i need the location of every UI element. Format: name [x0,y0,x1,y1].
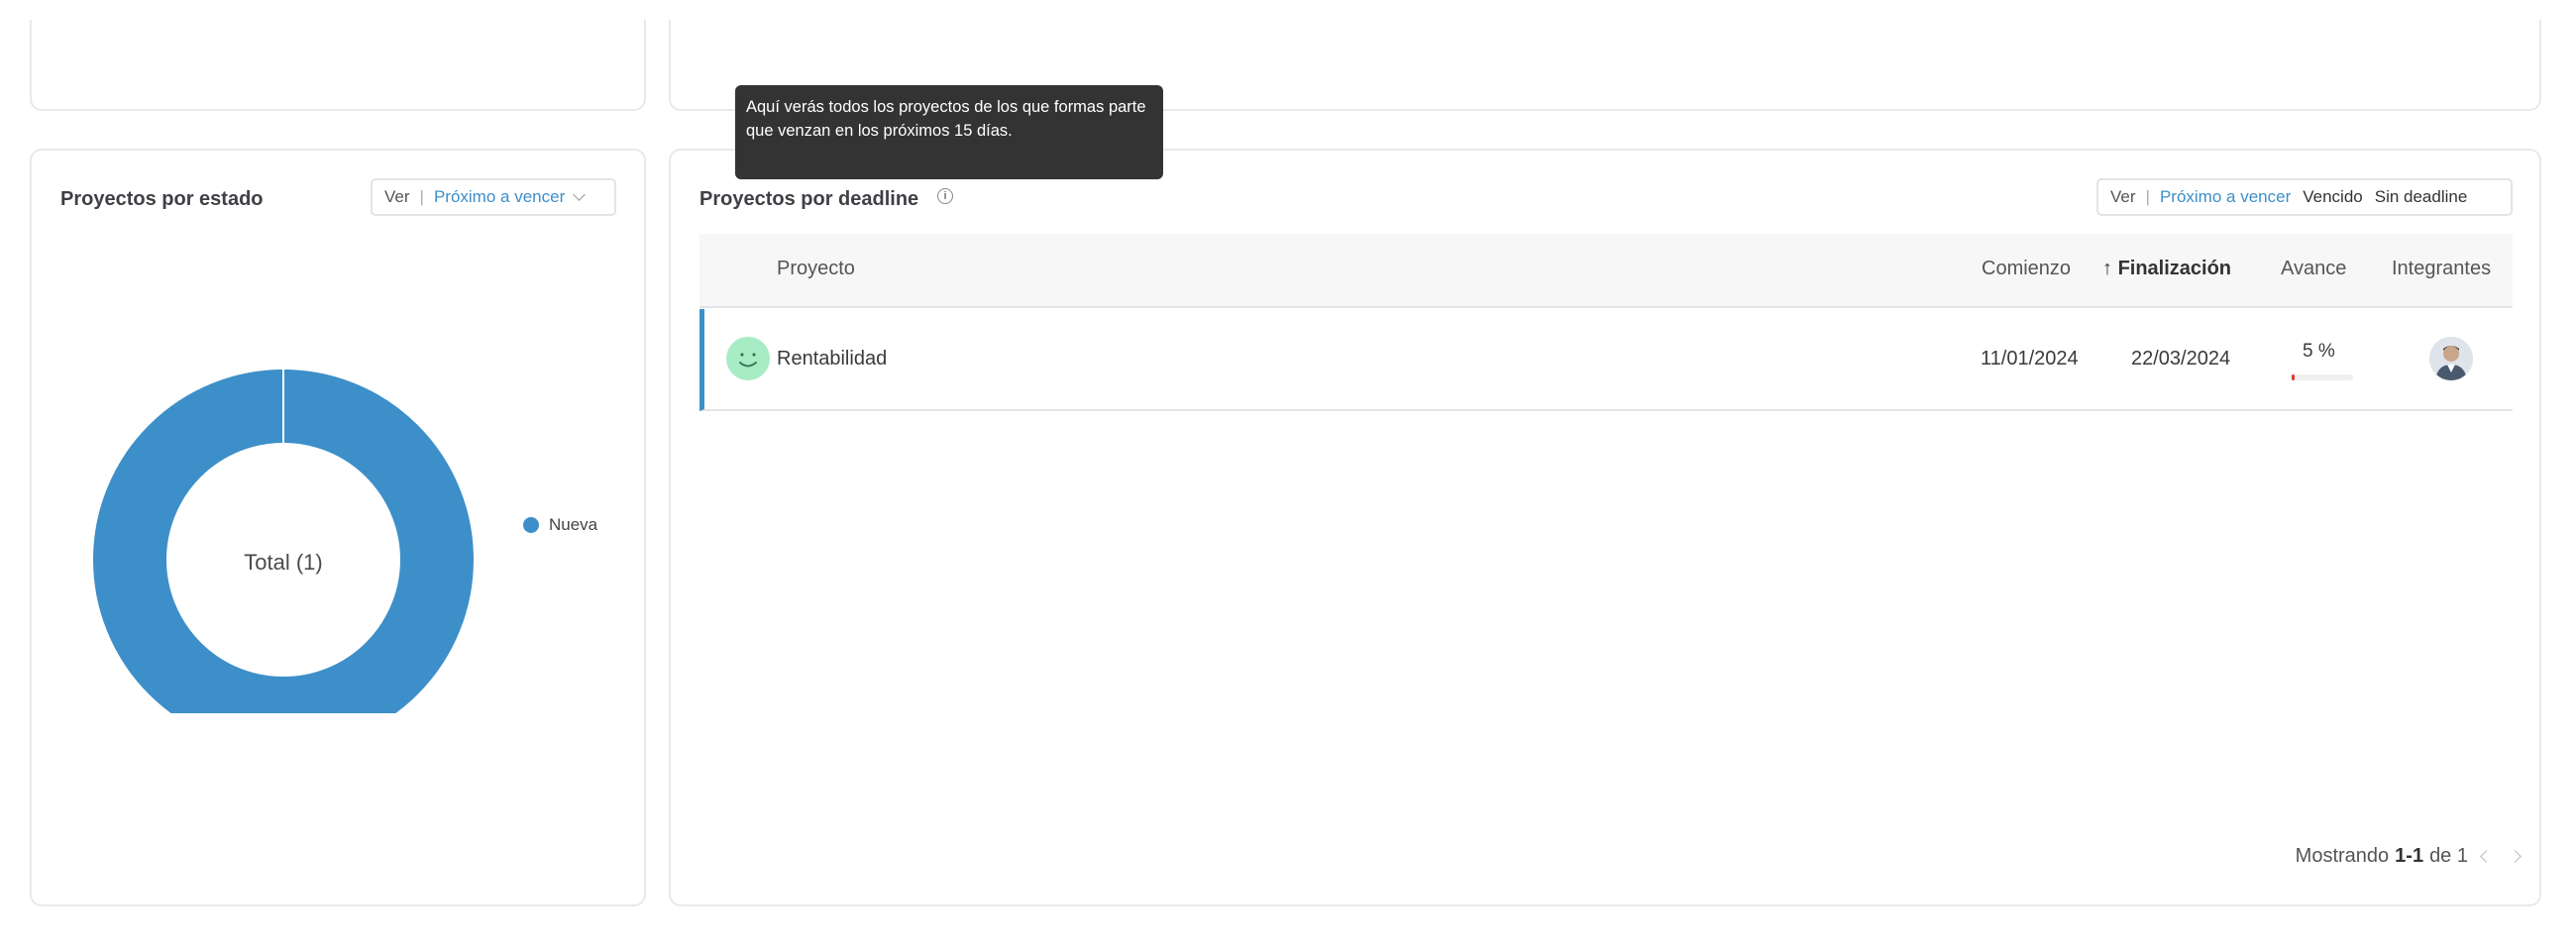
column-header-end-label: Finalización [2117,258,2232,279]
chevron-down-icon [573,188,587,201]
filter-option-proximo[interactable]: Próximo a vencer [2160,187,2291,207]
start-date: 11/01/2024 [1981,348,2079,370]
chevron-right-icon[interactable] [2509,850,2522,863]
chevron-left-icon[interactable] [2480,850,2493,863]
donut-center-label: Total (1) [244,550,322,575]
pagination-total: de 1 [2429,845,2468,867]
filter-selected: Próximo a vencer [433,187,566,206]
column-header-end[interactable]: ↑ Finalización [2102,258,2231,280]
pagination-range: 1-1 [2395,845,2424,867]
sort-arrow-up-icon: ↑ [2102,258,2112,279]
legend-label: Nueva [549,515,598,534]
deadline-filter-group: Ver | Próximo a vencer Vencido Sin deadl… [2096,178,2513,216]
info-tooltip: Aquí verás todos los proyectos de los qu… [735,85,1163,179]
filter-prefix: Ver [2110,187,2136,206]
filter-option-sin-deadline[interactable]: Sin deadline [2375,187,2468,207]
projects-by-deadline-title: Proyectos por deadline [699,188,919,210]
filter-prefix: Ver [384,187,410,206]
status-filter-dropdown[interactable]: Ver | Próximo a vencer [371,178,616,216]
project-name-link[interactable]: Rentabilidad [777,348,887,370]
column-header-start[interactable]: Comienzo [1982,258,2071,280]
smile-icon [726,337,770,380]
legend-item-nueva[interactable]: Nueva [523,515,597,535]
pagination-prefix: Mostrando [2295,845,2390,867]
info-icon[interactable]: i [937,188,953,204]
legend-dot [523,517,539,533]
projects-by-status-title: Proyectos por estado [60,188,264,210]
table-header: Proyecto Comienzo ↑ Finalización Avance … [699,234,2513,308]
status-donut-chart: Total (1) [93,370,474,713]
column-header-project[interactable]: Proyecto [777,258,855,280]
table-row[interactable]: Rentabilidad 11/01/2024 22/03/2024 5 % [699,309,2513,411]
end-date: 22/03/2024 [2131,348,2231,370]
progress-percent: 5 % [2303,341,2335,362]
progress-bar-fill [2292,374,2296,380]
pagination: Mostrando 1-1 de 1 [2295,845,2522,868]
top-left-card [30,20,646,111]
column-header-progress[interactable]: Avance [2281,258,2346,280]
avatar[interactable] [2429,337,2473,380]
progress-bar [2292,374,2353,380]
filter-option-vencido[interactable]: Vencido [2303,187,2363,207]
column-header-members[interactable]: Integrantes [2392,258,2491,280]
